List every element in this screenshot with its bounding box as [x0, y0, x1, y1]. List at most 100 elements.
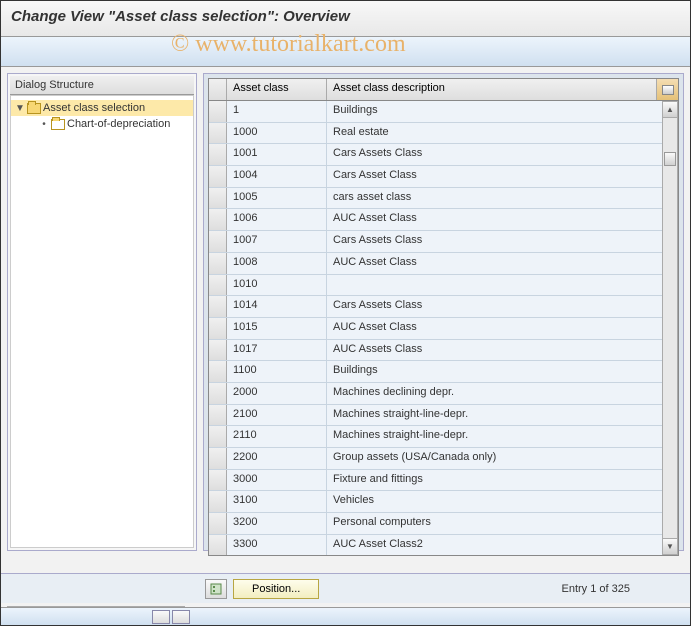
cell-asset-class[interactable]: 3000 — [227, 470, 327, 491]
cell-asset-class[interactable]: 1014 — [227, 296, 327, 317]
table-row[interactable]: 2100Machines straight-line-depr. — [209, 405, 678, 427]
table-row[interactable]: 2110Machines straight-line-depr. — [209, 426, 678, 448]
cell-asset-class[interactable]: 3300 — [227, 535, 327, 555]
cell-asset-class[interactable]: 2110 — [227, 426, 327, 447]
cell-asset-class[interactable]: 2100 — [227, 405, 327, 426]
cell-description[interactable]: Cars Asset Class — [327, 166, 678, 187]
table-row[interactable]: 1015AUC Asset Class — [209, 318, 678, 340]
row-selector[interactable] — [209, 513, 227, 534]
position-button[interactable]: Position... — [233, 579, 319, 599]
cell-description[interactable]: AUC Asset Class — [327, 253, 678, 274]
table-row[interactable]: 1000Real estate — [209, 123, 678, 145]
table-configure-button[interactable] — [656, 79, 678, 100]
cell-asset-class[interactable]: 1006 — [227, 209, 327, 230]
cell-description[interactable]: Real estate — [327, 123, 678, 144]
cell-description[interactable]: AUC Asset Class2 — [327, 535, 678, 555]
cell-asset-class[interactable]: 1008 — [227, 253, 327, 274]
table-row[interactable]: 1014Cars Assets Class — [209, 296, 678, 318]
cell-description[interactable]: Buildings — [327, 361, 678, 382]
row-selector[interactable] — [209, 101, 227, 122]
cell-asset-class[interactable]: 1007 — [227, 231, 327, 252]
cell-description[interactable]: Group assets (USA/Canada only) — [327, 448, 678, 469]
status-bar-button[interactable] — [172, 610, 190, 624]
row-selector[interactable] — [209, 296, 227, 317]
table-body: 1Buildings1000Real estate1001Cars Assets… — [209, 101, 678, 555]
table-row[interactable]: 3100Vehicles — [209, 491, 678, 513]
table-row[interactable]: 1010 — [209, 275, 678, 297]
cell-asset-class[interactable]: 2200 — [227, 448, 327, 469]
table-row[interactable]: 2000Machines declining depr. — [209, 383, 678, 405]
table-row[interactable]: 2200Group assets (USA/Canada only) — [209, 448, 678, 470]
cell-description[interactable]: Fixture and fittings — [327, 470, 678, 491]
cell-asset-class[interactable]: 3200 — [227, 513, 327, 534]
cell-description[interactable]: Machines declining depr. — [327, 383, 678, 404]
cell-asset-class[interactable]: 1000 — [227, 123, 327, 144]
row-selector[interactable] — [209, 123, 227, 144]
cell-asset-class[interactable]: 3100 — [227, 491, 327, 512]
row-selector[interactable] — [209, 166, 227, 187]
scroll-down-button[interactable]: ▼ — [663, 538, 677, 554]
cell-asset-class[interactable]: 1 — [227, 101, 327, 122]
status-bar-button[interactable] — [152, 610, 170, 624]
row-selector[interactable] — [209, 426, 227, 447]
table-row[interactable]: 1Buildings — [209, 101, 678, 123]
table-row[interactable]: 1004Cars Asset Class — [209, 166, 678, 188]
row-selector[interactable] — [209, 491, 227, 512]
table-row[interactable]: 1017AUC Assets Class — [209, 340, 678, 362]
collapse-icon[interactable]: ▼ — [15, 103, 25, 114]
row-selector[interactable] — [209, 209, 227, 230]
row-selector[interactable] — [209, 448, 227, 469]
row-selector[interactable] — [209, 253, 227, 274]
table-row[interactable]: 1008AUC Asset Class — [209, 253, 678, 275]
cell-asset-class[interactable]: 1004 — [227, 166, 327, 187]
cell-asset-class[interactable]: 1017 — [227, 340, 327, 361]
scroll-thumb[interactable] — [664, 152, 676, 166]
position-icon-button[interactable] — [205, 579, 227, 599]
row-selector-header[interactable] — [209, 79, 227, 100]
table-row[interactable]: 1100Buildings — [209, 361, 678, 383]
row-selector[interactable] — [209, 231, 227, 252]
cell-description[interactable]: Machines straight-line-depr. — [327, 426, 678, 447]
cell-description[interactable]: AUC Asset Class — [327, 318, 678, 339]
row-selector[interactable] — [209, 275, 227, 296]
table-row[interactable]: 3200Personal computers — [209, 513, 678, 535]
table-row[interactable]: 1006AUC Asset Class — [209, 209, 678, 231]
cell-asset-class[interactable]: 2000 — [227, 383, 327, 404]
vertical-scrollbar[interactable]: ▲ ▼ — [662, 101, 678, 555]
cell-description[interactable]: AUC Assets Class — [327, 340, 678, 361]
cell-asset-class[interactable]: 1015 — [227, 318, 327, 339]
scroll-up-button[interactable]: ▲ — [663, 102, 677, 118]
row-selector[interactable] — [209, 340, 227, 361]
cell-asset-class[interactable]: 1010 — [227, 275, 327, 296]
cell-description[interactable]: Cars Assets Class — [327, 231, 678, 252]
cell-description[interactable] — [327, 275, 678, 296]
table-row[interactable]: 3300AUC Asset Class2 — [209, 535, 678, 555]
cell-description[interactable]: Cars Assets Class — [327, 296, 678, 317]
row-selector[interactable] — [209, 188, 227, 209]
cell-description[interactable]: AUC Asset Class — [327, 209, 678, 230]
column-header-asset-class[interactable]: Asset class — [227, 79, 327, 100]
tree-node-asset-class-selection[interactable]: ▼ Asset class selection — [11, 100, 193, 116]
table-row[interactable]: 1001Cars Assets Class — [209, 144, 678, 166]
cell-description[interactable]: Machines straight-line-depr. — [327, 405, 678, 426]
row-selector[interactable] — [209, 470, 227, 491]
row-selector[interactable] — [209, 361, 227, 382]
cell-asset-class[interactable]: 1100 — [227, 361, 327, 382]
cell-asset-class[interactable]: 1005 — [227, 188, 327, 209]
row-selector[interactable] — [209, 144, 227, 165]
row-selector[interactable] — [209, 535, 227, 555]
tree-node-chart-of-depreciation[interactable]: • Chart-of-depreciation — [11, 116, 193, 132]
row-selector[interactable] — [209, 383, 227, 404]
table-row[interactable]: 1005cars asset class — [209, 188, 678, 210]
table-row[interactable]: 3000Fixture and fittings — [209, 470, 678, 492]
cell-description[interactable]: Personal computers — [327, 513, 678, 534]
cell-asset-class[interactable]: 1001 — [227, 144, 327, 165]
table-row[interactable]: 1007Cars Assets Class — [209, 231, 678, 253]
row-selector[interactable] — [209, 318, 227, 339]
column-header-description[interactable]: Asset class description — [327, 79, 656, 100]
cell-description[interactable]: Cars Assets Class — [327, 144, 678, 165]
row-selector[interactable] — [209, 405, 227, 426]
cell-description[interactable]: cars asset class — [327, 188, 678, 209]
cell-description[interactable]: Buildings — [327, 101, 678, 122]
cell-description[interactable]: Vehicles — [327, 491, 678, 512]
